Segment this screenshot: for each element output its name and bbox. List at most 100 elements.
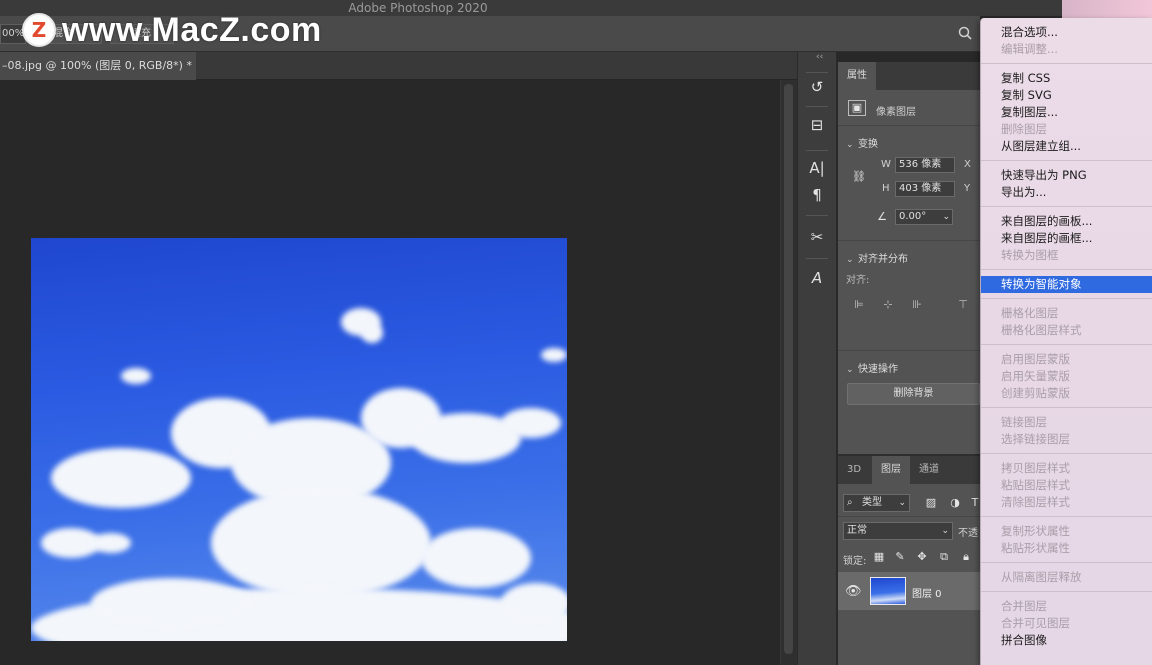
layer-kind-label: 像素图层 bbox=[876, 107, 916, 118]
collapse-panels-icon[interactable]: ‹‹ bbox=[816, 52, 823, 62]
menu-item[interactable]: 来自图层的画框... bbox=[981, 230, 1152, 247]
opacity-label: 不透 bbox=[958, 528, 978, 539]
align-left-icon[interactable]: ⊫ bbox=[852, 298, 866, 311]
layer-context-menu: 混合选项... 编辑调整... 复制 CSS 复制 SVG 复制图层... 删除图层从图层… bbox=[980, 18, 1152, 665]
scrollbar-thumb[interactable] bbox=[784, 84, 793, 654]
tab-layers[interactable]: 图层 bbox=[872, 456, 910, 484]
width-field[interactable]: 536 像素 bbox=[895, 157, 955, 173]
lock-all-icon[interactable]: 🔒︎ bbox=[959, 550, 973, 564]
menu-item[interactable]: 转换为智能对象 bbox=[981, 276, 1152, 293]
align-center-icon[interactable]: ⊹ bbox=[881, 298, 895, 311]
x-label: X bbox=[964, 159, 971, 170]
quick-actions-section-title[interactable]: ⌄ 快速操作 bbox=[846, 360, 898, 375]
lock-transparency-icon[interactable]: ▦ bbox=[872, 550, 886, 563]
menu-item[interactable]: 从图层建立组... bbox=[981, 138, 1152, 155]
menu-item: 粘贴形状属性 bbox=[1001, 541, 1070, 555]
lock-artboard-icon[interactable]: ⧉ bbox=[937, 550, 951, 564]
menu-item[interactable]: 导出为... bbox=[981, 184, 1152, 201]
menu-item: 合并可见图层 bbox=[1001, 616, 1070, 630]
character-icon[interactable]: A| bbox=[805, 157, 829, 179]
document-tab[interactable]: –08.jpg @ 100% (图层 0, RGB/8*) * bbox=[0, 52, 196, 80]
menu-item: 选择链接图层 bbox=[1001, 432, 1070, 446]
menu-separator bbox=[981, 298, 1152, 299]
chevron-down-icon: ⌄ bbox=[898, 498, 906, 508]
y-label: Y bbox=[964, 183, 971, 194]
tab-properties[interactable]: 属性 bbox=[838, 62, 876, 90]
angle-field[interactable]: 0.00° ⌄ bbox=[895, 209, 953, 225]
chevron-down-icon: ⌄ bbox=[846, 255, 854, 265]
align-top-icon[interactable]: ⊤ bbox=[956, 298, 970, 311]
menu-item: 创建剪贴蒙版 bbox=[1001, 386, 1070, 400]
glyphs-icon[interactable]: A bbox=[805, 267, 829, 289]
menu-item: 从隔离图层释放 bbox=[1001, 570, 1082, 584]
menu-separator bbox=[981, 407, 1152, 408]
menu-item[interactable]: 拼合图像 bbox=[981, 632, 1152, 649]
document-image[interactable] bbox=[31, 238, 567, 641]
desktop-background bbox=[1062, 0, 1152, 18]
menu-separator bbox=[981, 269, 1152, 270]
height-field[interactable]: 403 像素 bbox=[895, 181, 955, 197]
menu-item[interactable]: 快速导出为 PNG bbox=[981, 167, 1152, 184]
canvas-scrollbar[interactable] bbox=[780, 80, 797, 665]
transform-section-title[interactable]: ⌄ 变换 bbox=[846, 135, 878, 150]
watermark-logo: Z bbox=[22, 13, 56, 47]
menu-item: 转换为图框 bbox=[1001, 248, 1059, 262]
chevron-down-icon: ⌄ bbox=[846, 365, 854, 375]
menu-item[interactable]: 复制 SVG bbox=[981, 87, 1152, 104]
tab-3d[interactable]: 3D bbox=[838, 456, 871, 484]
chevron-down-icon: ⌄ bbox=[846, 140, 854, 150]
tool-presets-icon[interactable]: ✂ bbox=[805, 226, 829, 248]
menu-item: 合并图层 bbox=[1001, 599, 1047, 613]
layer-thumbnail bbox=[870, 577, 906, 605]
watermark: Z www.MacZ.com bbox=[22, 10, 322, 50]
filter-pixel-icon[interactable]: ▨ bbox=[924, 496, 938, 509]
remove-background-button[interactable]: 删除背景 bbox=[847, 383, 980, 405]
layers-panel-header: 3D 图层 通道 bbox=[838, 456, 980, 484]
search-icon[interactable] bbox=[958, 26, 972, 40]
chevron-down-icon: ⌄ bbox=[941, 526, 949, 536]
menu-separator bbox=[981, 516, 1152, 517]
menu-item[interactable]: 来自图层的画板... bbox=[981, 213, 1152, 230]
link-icon[interactable]: ⛓ bbox=[852, 170, 866, 183]
align-right-icon[interactable]: ⊪ bbox=[910, 298, 924, 311]
menu-item: 拷贝图层样式 bbox=[1001, 461, 1070, 475]
menu-item: 栅格化图层样式 bbox=[1001, 323, 1082, 337]
layer-filter-select[interactable]: ⌕ 类型 ⌄ bbox=[843, 494, 910, 512]
menu-item: 编辑调整... bbox=[1001, 42, 1058, 56]
blend-mode-select[interactable]: 正常 ⌄ bbox=[843, 522, 953, 540]
menu-item: 删除图层 bbox=[1001, 122, 1047, 136]
height-label: H bbox=[882, 183, 890, 194]
menu-item: 粘贴图层样式 bbox=[1001, 478, 1070, 492]
angle-icon: ∠ bbox=[877, 210, 887, 223]
lock-label: 锁定: bbox=[843, 556, 867, 567]
menu-separator bbox=[981, 562, 1152, 563]
menu-item: 链接图层 bbox=[1001, 415, 1047, 429]
lock-position-icon[interactable]: ✥ bbox=[915, 550, 929, 563]
paragraph-icon[interactable]: ¶ bbox=[805, 184, 829, 206]
lock-brush-icon[interactable]: ✎ bbox=[893, 550, 907, 563]
align-label: 对齐: bbox=[846, 275, 870, 286]
clone-source-icon[interactable]: ⊟ bbox=[805, 114, 829, 136]
visibility-eye-icon[interactable]: 👁︎ bbox=[845, 584, 862, 599]
search-icon: ⌕ bbox=[847, 497, 853, 508]
panel-icon-strip bbox=[797, 52, 837, 665]
tab-channels[interactable]: 通道 bbox=[910, 456, 948, 484]
menu-item: 启用矢量蒙版 bbox=[1001, 369, 1070, 383]
filter-adjustment-icon[interactable]: ◑ bbox=[948, 496, 962, 509]
menu-item[interactable]: 复制 CSS bbox=[981, 70, 1152, 87]
menu-item[interactable]: 复制图层... bbox=[981, 104, 1152, 121]
menu-separator bbox=[981, 160, 1152, 161]
layer-name[interactable]: 图层 0 bbox=[912, 585, 942, 600]
menu-item[interactable]: 混合选项... bbox=[981, 24, 1152, 41]
menu-separator bbox=[981, 344, 1152, 345]
filter-type-icon[interactable]: T bbox=[970, 496, 980, 509]
menu-item: 启用图层蒙版 bbox=[1001, 352, 1070, 366]
width-label: W bbox=[881, 159, 891, 170]
history-icon[interactable]: ↺ bbox=[805, 76, 829, 98]
watermark-text: www.MacZ.com bbox=[62, 10, 322, 49]
menu-separator bbox=[981, 206, 1152, 207]
align-section-title[interactable]: ⌄ 对齐并分布 bbox=[846, 250, 908, 265]
document-tab-bar: –08.jpg @ 100% (图层 0, RGB/8*) * bbox=[0, 52, 797, 80]
pixel-layer-icon: ▣ bbox=[848, 100, 866, 116]
menu-item: 复制形状属性 bbox=[1001, 524, 1070, 538]
